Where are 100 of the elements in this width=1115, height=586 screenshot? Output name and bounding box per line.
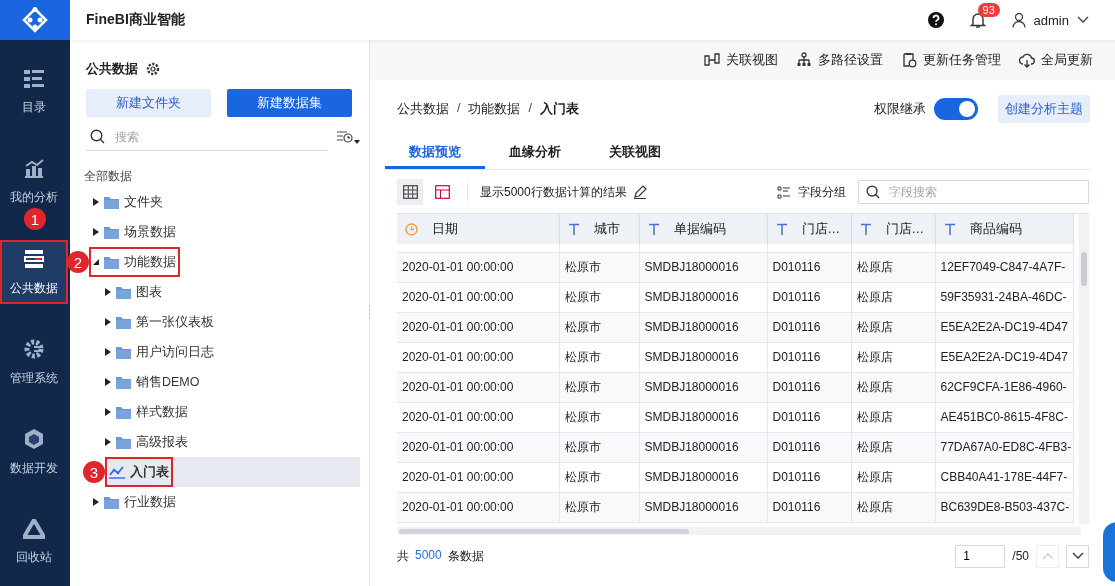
table-cell: SMDBJ18000016 bbox=[639, 252, 767, 282]
tree-item-label: 第一张仪表板 bbox=[136, 313, 214, 331]
nav-item-label: 我的分析 bbox=[10, 188, 58, 206]
search-input[interactable]: 搜索 bbox=[113, 128, 328, 145]
table-cell: 松原市 bbox=[559, 402, 639, 432]
record-count: 5000 bbox=[415, 547, 442, 564]
nav-item[interactable]: 管理系统 bbox=[0, 330, 68, 394]
notification-count: 93 bbox=[977, 2, 1000, 17]
new-dataset-button[interactable]: 新建数据集 bbox=[227, 89, 352, 117]
tree-item[interactable]: 文件夹 bbox=[78, 187, 360, 217]
table-cell: 62CF9CFA-1E86-4960- bbox=[935, 372, 1073, 402]
table-cell: SMDBJ18000016 bbox=[639, 462, 767, 492]
toolbar-button[interactable]: 更新任务管理 bbox=[901, 51, 1001, 69]
table-cell: D010116 bbox=[767, 282, 851, 312]
column-header[interactable]: 商品编码 bbox=[935, 214, 1073, 244]
tree-item-label: 入门表 bbox=[130, 463, 169, 481]
table-cell: 2020-01-01 00:00:00 bbox=[397, 312, 559, 342]
toolbar-button-label: 全局更新 bbox=[1041, 51, 1093, 69]
column-header[interactable]: 单据编码 bbox=[639, 214, 767, 244]
column-header-label: 商品编码 bbox=[969, 220, 1022, 238]
table-cell: 松原店 bbox=[851, 282, 935, 312]
table-cell: 松原市 bbox=[559, 432, 639, 462]
table-cell: SMDBJ18000016 bbox=[639, 372, 767, 402]
tree-item-label: 功能数据 bbox=[124, 253, 176, 271]
table-cell: 2020-01-01 00:00:00 bbox=[397, 252, 559, 282]
column-header-label: 城市 bbox=[593, 220, 620, 238]
tree-item-label: 销售DEMO bbox=[136, 373, 200, 391]
create-topic-button[interactable]: 创建分析主题 bbox=[998, 95, 1090, 123]
table-cell: D010116 bbox=[767, 372, 851, 402]
table-cell: D010116 bbox=[767, 342, 851, 372]
table-cell: 2020-01-01 00:00:00 bbox=[397, 492, 559, 522]
breadcrumb-current: 入门表 bbox=[539, 100, 579, 118]
toolbar-button-label: 多路径设置 bbox=[818, 51, 883, 69]
column-header[interactable]: 日期 bbox=[397, 214, 559, 244]
tree-item[interactable]: 行业数据 bbox=[78, 487, 360, 517]
step-badge: 3 bbox=[83, 461, 105, 483]
tab[interactable]: 数据预览 bbox=[385, 138, 485, 169]
tree-item[interactable]: 第一张仪表板 bbox=[78, 307, 360, 337]
tree-item-label: 样式数据 bbox=[136, 403, 188, 421]
tree-item[interactable]: 图表 bbox=[78, 277, 360, 307]
table-cell: SMDBJ18000016 bbox=[639, 492, 767, 522]
table-cell: 松原市 bbox=[559, 252, 639, 282]
step-badge: 1 bbox=[24, 208, 46, 230]
toolbar-button[interactable]: 全局更新 bbox=[1019, 51, 1093, 69]
tree-item-label: 场景数据 bbox=[124, 223, 176, 241]
tab[interactable]: 关联视图 bbox=[585, 138, 685, 169]
table-cell: D010116 bbox=[767, 252, 851, 282]
column-header[interactable]: 门店… bbox=[767, 214, 851, 244]
column-header-label: 门店… bbox=[885, 220, 924, 238]
table-cell: 松原店 bbox=[851, 372, 935, 402]
column-header[interactable]: 门店… bbox=[851, 214, 935, 244]
nav-item[interactable]: 公共数据 bbox=[0, 240, 68, 304]
tree-item[interactable]: 销售DEMO bbox=[78, 367, 360, 397]
page-input[interactable]: 1 bbox=[955, 544, 1006, 568]
breadcrumb-link[interactable]: 公共数据 bbox=[397, 100, 449, 118]
column-header[interactable]: 城市 bbox=[559, 214, 639, 244]
table-cell: AE451BC0-8615-4F8C- bbox=[935, 402, 1073, 432]
nav-item[interactable]: 回收站 bbox=[0, 510, 68, 574]
tree-item[interactable]: 功能数据 bbox=[89, 247, 360, 277]
page-total: /50 bbox=[1012, 549, 1029, 563]
user-name[interactable]: admin bbox=[1033, 12, 1069, 28]
table-cell: 2020-01-01 00:00:00 bbox=[397, 402, 559, 432]
toolbar-button[interactable]: 多路径设置 bbox=[796, 51, 883, 69]
toolbar-button-label: 更新任务管理 bbox=[923, 51, 1001, 69]
table-cell: 松原市 bbox=[559, 312, 639, 342]
toolbar-button[interactable]: 关联视图 bbox=[704, 51, 778, 69]
tree-item[interactable]: 样式数据 bbox=[78, 397, 360, 427]
field-group-button[interactable]: 字段分组 bbox=[777, 183, 846, 201]
field-search-field[interactable]: 字段搜索 bbox=[858, 180, 1089, 204]
nav-item-label: 管理系统 bbox=[10, 369, 58, 387]
tree-item-label: 图表 bbox=[136, 283, 162, 301]
nav-item-label: 目录 bbox=[22, 98, 46, 116]
row-limit-text: 显示5000行数据计算的结果 bbox=[480, 183, 627, 201]
tab[interactable]: 血缘分析 bbox=[485, 138, 585, 169]
panel-title: 公共数据 bbox=[86, 60, 138, 78]
total-suffix: 条数据 bbox=[447, 547, 484, 565]
tree-item[interactable]: 场景数据 bbox=[78, 217, 360, 247]
table-cell: D010116 bbox=[767, 312, 851, 342]
new-folder-button[interactable]: 新建文件夹 bbox=[86, 89, 211, 117]
total-prefix: 共 bbox=[397, 547, 409, 565]
breadcrumb-separator: / bbox=[528, 100, 532, 117]
nav-item[interactable]: 目录 bbox=[0, 60, 68, 124]
tree-item-label: 用户访问日志 bbox=[136, 343, 214, 361]
table-cell: 松原店 bbox=[851, 462, 935, 492]
nav-item[interactable]: 数据开发 bbox=[0, 420, 68, 484]
table-cell: SMDBJ18000016 bbox=[639, 432, 767, 462]
table-cell: SMDBJ18000016 bbox=[639, 342, 767, 372]
tree-item[interactable]: 入门表 bbox=[105, 457, 360, 487]
table-cell: 松原市 bbox=[559, 342, 639, 372]
table-cell: 松原店 bbox=[851, 312, 935, 342]
table-cell: 松原市 bbox=[559, 462, 639, 492]
breadcrumb-link[interactable]: 功能数据 bbox=[468, 100, 521, 118]
table-cell: 2020-01-01 00:00:00 bbox=[397, 282, 559, 312]
table-cell: E5EA2E2A-DC19-4D47 bbox=[935, 342, 1073, 372]
toggle-label: 权限继承 bbox=[874, 100, 926, 118]
breadcrumb-separator: / bbox=[457, 100, 461, 117]
table-cell: D010116 bbox=[767, 492, 851, 522]
tree-item[interactable]: 高级报表 bbox=[78, 427, 360, 457]
tree-item[interactable]: 用户访问日志 bbox=[78, 337, 360, 367]
table-cell: 松原店 bbox=[851, 342, 935, 372]
